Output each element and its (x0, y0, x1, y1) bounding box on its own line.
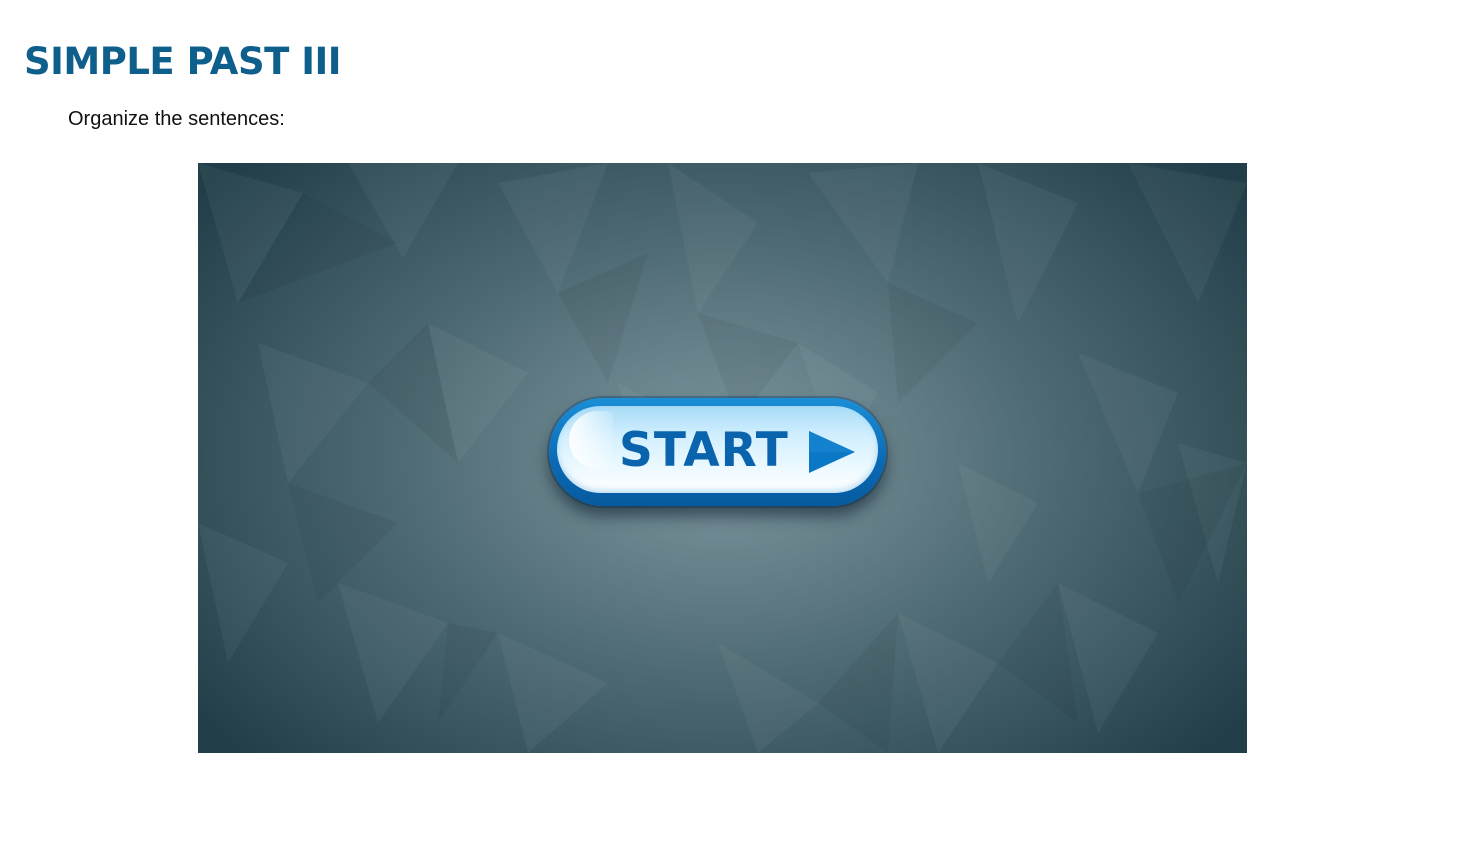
start-button[interactable]: START (549, 398, 886, 506)
start-button-label: START (619, 423, 789, 478)
play-triangle-icon (809, 431, 855, 473)
page-title: SIMPLE PAST III (24, 40, 342, 83)
instructions-text: Organize the sentences: (68, 108, 285, 130)
game-stage: START (198, 163, 1247, 753)
